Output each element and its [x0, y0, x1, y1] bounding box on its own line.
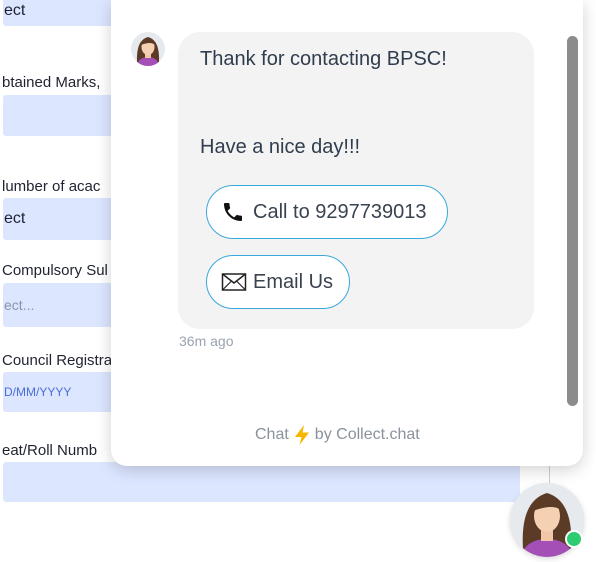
academic-number-label: lumber of acac	[2, 178, 101, 195]
obtained-marks-label: btained Marks,	[2, 74, 101, 91]
select-field[interactable]: ect	[3, 0, 115, 26]
lightning-bolt-icon	[293, 424, 311, 446]
email-button[interactable]: Email Us	[206, 255, 350, 309]
greeting-message: Thank for contacting BPSC!	[200, 48, 447, 70]
council-registration-date-input[interactable]: D/MM/YYYY	[3, 372, 115, 412]
chat-footer[interactable]: Chat by Collect.chat	[255, 424, 420, 446]
envelope-icon	[221, 270, 247, 294]
message-bubble: Thank for contacting BPSC! Have a nice d…	[178, 32, 534, 329]
chat-scrollbar[interactable]	[567, 36, 578, 406]
farewell-message: Have a nice day!!!	[200, 136, 361, 158]
council-registration-label: Council Registra	[2, 352, 113, 369]
obtained-marks-input[interactable]	[3, 95, 115, 136]
academic-number-select[interactable]: ect	[3, 198, 115, 240]
email-button-label: Email Us	[253, 270, 334, 293]
footer-suffix: by Collect.chat	[314, 426, 420, 443]
online-status-indicator	[565, 530, 583, 548]
compulsory-subject-label: Compulsory Sul	[2, 262, 108, 279]
phone-icon	[221, 200, 247, 224]
roll-number-label: eat/Roll Numb	[2, 442, 98, 459]
compulsory-subject-select[interactable]: ect...	[3, 283, 115, 327]
footer-prefix: Chat	[255, 426, 289, 443]
agent-avatar	[131, 32, 165, 66]
roll-number-input[interactable]	[3, 462, 520, 502]
call-button[interactable]: Call to 9297739013	[206, 185, 448, 239]
call-button-label: Call to 9297739013	[253, 200, 427, 223]
message-timestamp: 36m ago	[179, 333, 234, 349]
chat-panel: Thank for contacting BPSC! Have a nice d…	[111, 0, 583, 466]
